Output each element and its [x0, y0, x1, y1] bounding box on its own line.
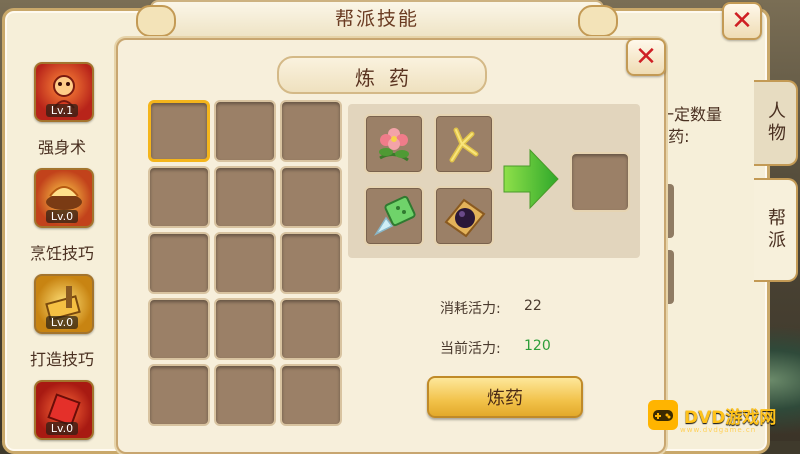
tab-guild[interactable]: 帮派	[754, 178, 798, 282]
flower-herb-icon	[379, 128, 409, 162]
tab-people[interactable]: 人物	[754, 80, 798, 166]
inventory-slot[interactable]	[214, 232, 276, 294]
inventory-slot[interactable]	[280, 166, 342, 228]
skill-level: Lv.0	[46, 316, 78, 329]
alchemy-title: 炼药	[355, 66, 423, 90]
close-icon: ✕	[731, 6, 753, 36]
inventory-slot[interactable]	[214, 100, 276, 162]
inventory-slot[interactable]	[148, 232, 210, 294]
close-icon: ✕	[635, 42, 657, 72]
skill-level: Lv.0	[46, 210, 78, 223]
ingredient-slot[interactable]	[364, 186, 424, 246]
skill-item-cooking[interactable]: Lv.0 烹饪技巧	[24, 168, 108, 264]
ingredient-slot[interactable]	[364, 114, 424, 174]
skill-item-fourth[interactable]: Lv.0	[24, 380, 108, 450]
current-energy-label: 当前活力:	[440, 341, 501, 357]
skill-item-strength[interactable]: Lv.1 强身术	[24, 62, 108, 158]
skill-level: Lv.1	[46, 104, 78, 117]
branch-herb-icon	[449, 127, 479, 163]
window-title-plate: 帮派技能	[136, 0, 618, 38]
title-ornament-right	[578, 5, 618, 37]
window-title: 帮派技能	[334, 8, 419, 30]
inventory-slot[interactable]	[214, 166, 276, 228]
inventory-slot[interactable]	[280, 298, 342, 360]
window-close-button[interactable]: ✕	[722, 2, 762, 40]
inventory-slot[interactable]	[148, 364, 210, 426]
background-hint-line: E药:	[658, 127, 690, 146]
skill-name: 强身术	[37, 138, 86, 157]
inventory-slot[interactable]	[148, 100, 210, 162]
alchemy-close-button[interactable]: ✕	[626, 38, 666, 76]
skill-name: 打造技巧	[29, 350, 94, 369]
gamepad-logo-icon	[648, 400, 678, 430]
dark-pill-icon	[444, 198, 486, 238]
skill-item-forging[interactable]: Lv.0 打造技巧	[24, 274, 108, 370]
skill-level: Lv.0	[46, 422, 78, 435]
skill-name: 烹饪技巧	[29, 244, 94, 263]
inventory-slot[interactable]	[280, 364, 342, 426]
craft-button[interactable]: 炼药	[427, 376, 583, 418]
result-slot[interactable]	[570, 152, 630, 212]
background-hint-line: 一定数量	[658, 105, 723, 124]
inventory-slot[interactable]	[214, 298, 276, 360]
inventory-slot[interactable]	[148, 166, 210, 228]
ingredient-slot[interactable]	[434, 114, 494, 174]
cost-label: 消耗活力:	[440, 301, 501, 317]
inventory-slot[interactable]	[214, 364, 276, 426]
background-hint-text: 一定数量 E药:	[658, 104, 752, 148]
inventory-slot[interactable]	[280, 100, 342, 162]
inventory-slot[interactable]	[148, 298, 210, 360]
cost-value: 22	[524, 298, 542, 314]
current-energy-value: 120	[524, 338, 551, 354]
alchemy-title-plate: 炼药	[277, 56, 487, 94]
watermark-text: DVD游戏网	[684, 407, 777, 428]
inventory-slot[interactable]	[280, 232, 342, 294]
watermark-subtext: www.dvdgame.cn	[680, 426, 757, 434]
ingredient-slot[interactable]	[434, 186, 494, 246]
jade-shard-icon	[373, 195, 416, 236]
green-arrow-icon	[503, 148, 559, 210]
